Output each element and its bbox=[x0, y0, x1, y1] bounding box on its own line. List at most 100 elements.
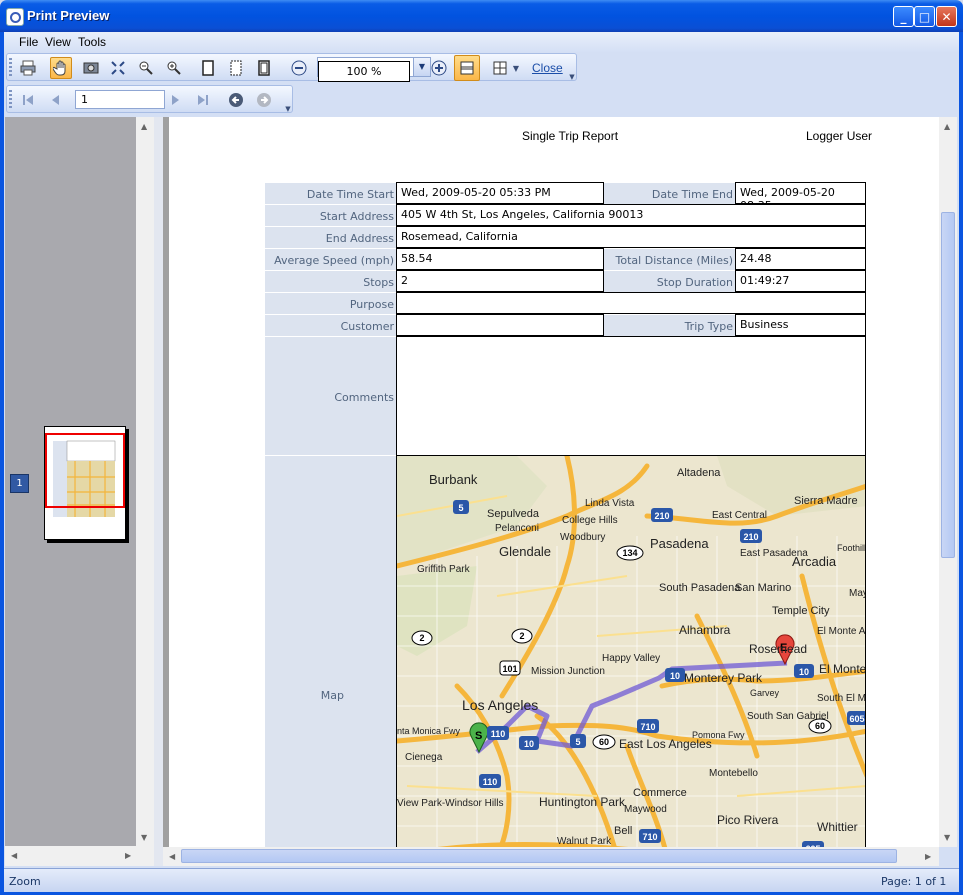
last-page-icon[interactable] bbox=[192, 89, 214, 111]
page-width-icon[interactable] bbox=[225, 57, 247, 79]
zoom-value: 100 % bbox=[318, 61, 410, 82]
value-date-start: Wed, 2009-05-20 05:33 PM bbox=[396, 182, 604, 204]
menu-view[interactable]: View bbox=[45, 35, 71, 49]
label-end-address: End Address bbox=[265, 226, 396, 248]
preview-vertical-scrollbar[interactable]: ▲ ▼ bbox=[939, 117, 957, 847]
forward-icon[interactable] bbox=[253, 89, 275, 111]
menu-tools[interactable]: Tools bbox=[78, 35, 106, 49]
svg-text:110: 110 bbox=[491, 729, 506, 739]
window-title: Print Preview bbox=[27, 8, 110, 23]
svg-text:Maywood: Maywood bbox=[624, 804, 667, 815]
zoom-in-icon[interactable] bbox=[428, 57, 450, 79]
toolbar-grip[interactable] bbox=[9, 58, 12, 78]
zoom-out-magnifier-icon[interactable] bbox=[135, 57, 157, 79]
report-page: Single Trip Report Logger User Date Time… bbox=[169, 117, 939, 847]
svg-text:10: 10 bbox=[524, 739, 534, 749]
value-total-distance: 24.48 bbox=[735, 248, 866, 270]
scroll-right-icon[interactable]: ▶ bbox=[925, 852, 931, 861]
horizontal-scroll-thumb[interactable] bbox=[181, 849, 897, 863]
page-thumbnail[interactable] bbox=[44, 426, 126, 540]
svg-text:Woodbury: Woodbury bbox=[560, 532, 605, 543]
page-number-input[interactable]: 1 bbox=[75, 90, 165, 109]
scroll-down-icon[interactable]: ▼ bbox=[141, 833, 147, 842]
svg-text:134: 134 bbox=[622, 548, 637, 558]
scroll-left-icon[interactable]: ◀ bbox=[169, 852, 175, 861]
svg-text:Rosemead: Rosemead bbox=[749, 642, 807, 656]
single-page-icon[interactable] bbox=[197, 57, 219, 79]
zoom-combobox[interactable]: 100 % ▼ bbox=[317, 57, 431, 82]
next-page-icon[interactable] bbox=[164, 89, 186, 111]
svg-text:Glendale: Glendale bbox=[499, 544, 551, 559]
svg-text:Bell: Bell bbox=[614, 825, 632, 837]
svg-text:5: 5 bbox=[458, 503, 463, 513]
zoom-in-magnifier-icon[interactable] bbox=[163, 57, 185, 79]
previous-page-icon[interactable] bbox=[45, 89, 67, 111]
thumbnail-viewport-indicator bbox=[45, 433, 125, 508]
snapshot-icon[interactable] bbox=[80, 57, 102, 79]
status-zoom: Zoom bbox=[9, 875, 41, 888]
thumbnail-vertical-scrollbar[interactable]: ▲ ▼ bbox=[136, 117, 154, 846]
label-trip-type: Trip Type bbox=[604, 314, 735, 336]
thumbnail-horizontal-scrollbar[interactable]: ◀ ▶ bbox=[5, 846, 154, 866]
first-page-icon[interactable] bbox=[17, 89, 39, 111]
svg-text:Arcadia: Arcadia bbox=[792, 554, 837, 569]
hand-tool-icon[interactable] bbox=[50, 57, 72, 79]
scroll-down-icon[interactable]: ▼ bbox=[944, 833, 950, 842]
toolbar-grip[interactable] bbox=[9, 90, 12, 110]
svg-text:Linda Vista: Linda Vista bbox=[585, 498, 635, 509]
multi-page-icon[interactable] bbox=[489, 57, 511, 79]
svg-text:Walnut Park: Walnut Park bbox=[557, 836, 612, 847]
svg-text:Mission Junction: Mission Junction bbox=[531, 666, 605, 677]
svg-text:South El Monte: South El Monte bbox=[817, 693, 866, 704]
navigation-toolbar: 1 ▼ bbox=[6, 85, 293, 113]
svg-text:Pelanconi: Pelanconi bbox=[495, 523, 539, 534]
svg-text:nta Monica Fwy: nta Monica Fwy bbox=[397, 726, 461, 736]
value-customer bbox=[396, 314, 604, 336]
value-date-end: Wed, 2009-05-20 08:35 bbox=[735, 182, 866, 212]
preview-horizontal-scrollbar[interactable]: ◀ ▶ bbox=[163, 847, 939, 866]
svg-text:El Monte Airport: El Monte Airport bbox=[817, 626, 866, 637]
svg-text:Sierra Madre: Sierra Madre bbox=[794, 495, 858, 507]
scroll-up-icon[interactable]: ▲ bbox=[141, 122, 147, 131]
svg-text:Los Angeles: Los Angeles bbox=[462, 697, 538, 713]
svg-text:East Los Angeles: East Los Angeles bbox=[619, 737, 712, 751]
thumbnail-page-badge[interactable]: 1 bbox=[10, 474, 29, 493]
print-icon[interactable] bbox=[17, 57, 39, 79]
report-title: Single Trip Report bbox=[522, 129, 619, 143]
minimize-button[interactable]: _ bbox=[893, 6, 914, 27]
maximize-button[interactable]: □ bbox=[914, 6, 935, 27]
menu-file[interactable]: File bbox=[19, 35, 38, 49]
svg-text:605: 605 bbox=[849, 714, 864, 724]
svg-text:View Park-Windsor Hills: View Park-Windsor Hills bbox=[397, 798, 504, 809]
multi-page-dropdown-icon[interactable]: ▼ bbox=[510, 57, 522, 79]
close-preview-link[interactable]: Close bbox=[532, 61, 563, 75]
label-date-start: Date Time Start bbox=[265, 182, 396, 204]
svg-text:South Pasadena: South Pasadena bbox=[659, 582, 741, 594]
scroll-up-icon[interactable]: ▲ bbox=[944, 122, 950, 131]
svg-text:Temple City: Temple City bbox=[772, 605, 830, 617]
value-average-speed: 58.54 bbox=[396, 248, 604, 270]
title-bar[interactable]: Print Preview _ □ ✕ bbox=[0, 0, 963, 32]
svg-text:Whittier: Whittier bbox=[817, 820, 858, 834]
scroll-right-icon[interactable]: ▶ bbox=[125, 851, 131, 860]
svg-text:10: 10 bbox=[670, 671, 680, 681]
svg-text:Garvey: Garvey bbox=[750, 688, 780, 698]
svg-text:Huntington Park: Huntington Park bbox=[539, 795, 626, 809]
toolbar-overflow-icon[interactable]: ▼ bbox=[567, 66, 577, 88]
close-window-button[interactable]: ✕ bbox=[936, 6, 957, 27]
page-setup-icon[interactable] bbox=[454, 55, 480, 81]
label-map: Map bbox=[265, 455, 396, 847]
status-bar: Zoom Page: 1 of 1 bbox=[4, 868, 959, 892]
splitter[interactable] bbox=[154, 117, 163, 866]
value-comments bbox=[396, 336, 866, 456]
back-icon[interactable] bbox=[225, 89, 247, 111]
svg-text:210: 210 bbox=[743, 532, 758, 542]
vertical-scroll-thumb[interactable] bbox=[941, 212, 955, 558]
whole-page-icon[interactable] bbox=[253, 57, 275, 79]
scroll-left-icon[interactable]: ◀ bbox=[11, 851, 17, 860]
svg-text:Sepulveda: Sepulveda bbox=[487, 508, 540, 520]
zoom-out-icon[interactable] bbox=[288, 57, 310, 79]
zoom-fit-icon[interactable] bbox=[107, 57, 129, 79]
svg-text:Pico Rivera: Pico Rivera bbox=[717, 813, 779, 827]
preview-viewport[interactable]: Single Trip Report Logger User Date Time… bbox=[163, 117, 939, 847]
